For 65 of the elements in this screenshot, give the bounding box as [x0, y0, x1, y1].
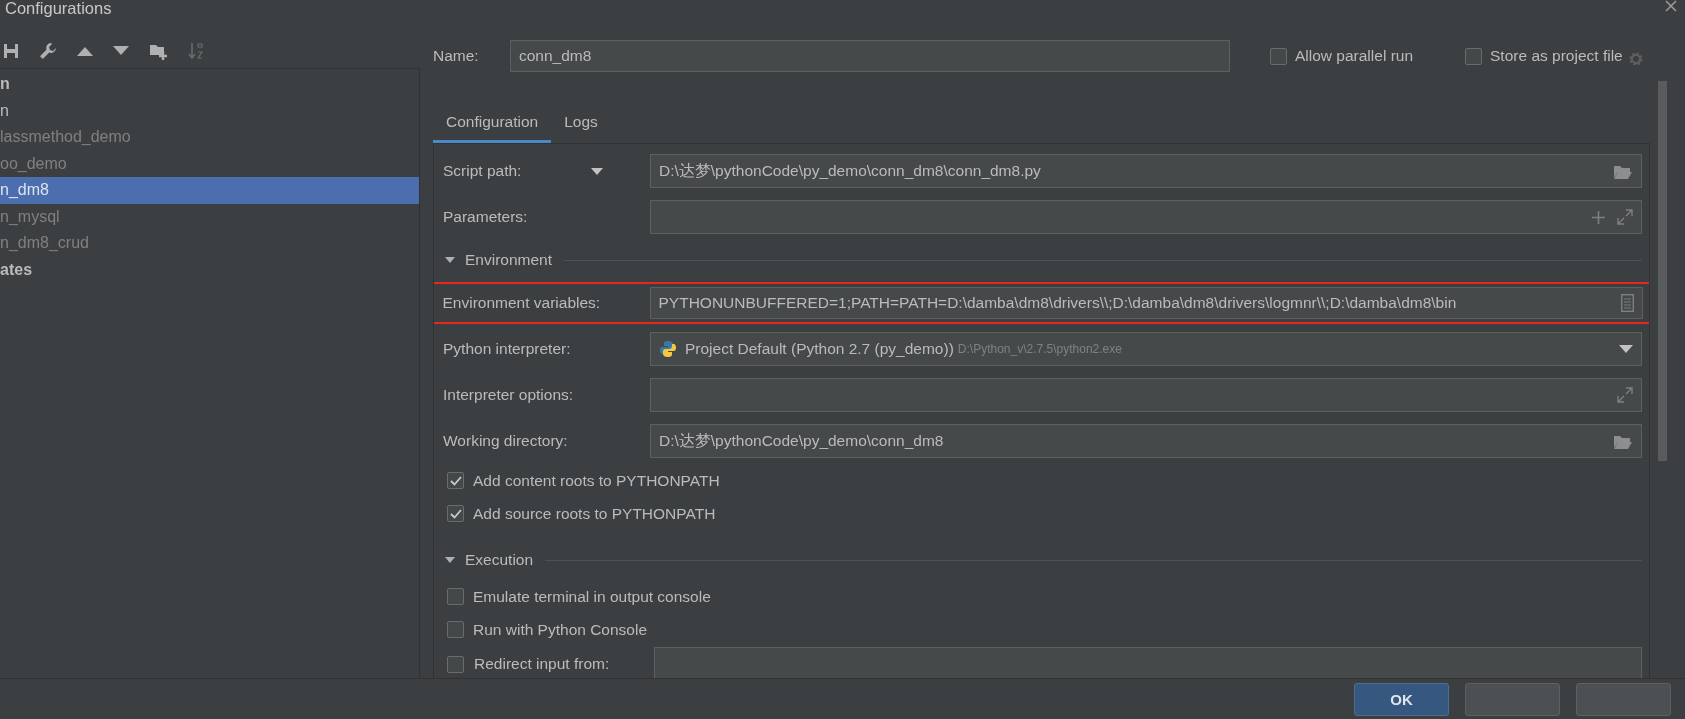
checkbox[interactable]: [1270, 47, 1287, 65]
checkbox-label: Allow parallel run: [1295, 47, 1414, 65]
checkbox[interactable]: [447, 655, 464, 673]
dialog-button[interactable]: [1576, 682, 1671, 716]
expand-icon[interactable]: [1617, 209, 1633, 225]
down-arrow-icon[interactable]: [113, 46, 129, 56]
checkbox-label: Store as project file: [1490, 47, 1623, 65]
interpreter-path: D:\Python_v\2.7.5\python2.exe: [957, 342, 1122, 356]
tab[interactable]: Logs: [551, 106, 611, 143]
section-title: Execution: [465, 551, 534, 569]
field-label: Python interpreter:: [443, 340, 571, 358]
dropdown[interactable]: Project Default (Python 2.7 (py_demo)) D:\Python_v\2.7.5\python2.exe: [650, 332, 1642, 366]
check-icon: [449, 508, 462, 519]
window-title: Configurations: [5, 0, 112, 18]
checkbox-label: Add source roots to PYTHONPATH: [473, 504, 716, 523]
tree-item[interactable]: ates: [0, 256, 419, 283]
field-label: Working directory:: [443, 432, 568, 450]
checkbox[interactable]: [447, 588, 464, 605]
tree-item[interactable]: oo_demo: [0, 150, 419, 177]
tab[interactable]: Configuration: [433, 106, 552, 143]
checkbox[interactable]: [447, 472, 464, 489]
checkbox[interactable]: [447, 505, 464, 522]
tree-item[interactable]: n_dm8: [0, 177, 419, 204]
field-label: Environment variables:: [442, 294, 601, 312]
section-title: Environment: [465, 251, 552, 269]
checkbox-label: Emulate terminal in output console: [473, 587, 711, 606]
add-folder-icon[interactable]: [149, 42, 168, 60]
input-field[interactable]: [654, 647, 1642, 678]
input-field[interactable]: D:\达梦\pythonCode\py_demo\conn_dm8: [650, 424, 1642, 458]
wrench-icon[interactable]: [39, 42, 57, 60]
up-arrow-icon[interactable]: [77, 46, 93, 56]
document-icon[interactable]: [1620, 294, 1634, 312]
input-field[interactable]: [650, 378, 1642, 412]
name-label: Name:: [433, 47, 480, 65]
tree-item[interactable]: n_mysql: [0, 203, 419, 230]
sort-icon[interactable]: [188, 42, 204, 60]
input-field[interactable]: PYTHONUNBUFFERED=1;PATH=PATH=D:\damba\dm8\drivers\\;D:\damba\dm8\drivers\logmnr\\;D:\damba\dm8\bin: [649, 287, 1643, 319]
field-label: Parameters:: [443, 208, 528, 226]
tree-item[interactable]: n: [0, 97, 419, 124]
scrollbar[interactable]: [1658, 81, 1667, 461]
tree-item[interactable]: n: [0, 71, 419, 98]
field-label: Script path:: [443, 162, 522, 180]
dropdown-arrow-icon[interactable]: [591, 167, 604, 175]
input-field[interactable]: [650, 200, 1642, 234]
field-label: Redirect input from:: [474, 655, 610, 673]
name-field[interactable]: conn_dm8: [510, 40, 1230, 72]
checkbox[interactable]: [447, 621, 464, 638]
check-icon: [449, 475, 462, 486]
tree-item[interactable]: n_dm8_crud: [0, 230, 419, 257]
python-logo-icon: [659, 340, 677, 358]
tree-item[interactable]: lassmethod_demo: [0, 124, 419, 151]
field-label: Interpreter options:: [443, 386, 574, 404]
dialog-button[interactable]: [1465, 682, 1560, 716]
add-icon[interactable]: [1592, 210, 1605, 224]
checkbox[interactable]: [1465, 47, 1483, 65]
dropdown-arrow-icon[interactable]: [1619, 345, 1633, 353]
checkbox-label: Add content roots to PYTHONPATH: [473, 471, 720, 490]
expanded-arrow-icon[interactable]: [445, 555, 455, 565]
checkbox-label: Run with Python Console: [473, 620, 648, 639]
expand-icon[interactable]: [1617, 387, 1633, 403]
close-icon[interactable]: [1665, 0, 1677, 12]
expanded-arrow-icon[interactable]: [445, 255, 455, 265]
input-field[interactable]: D:\达梦\pythonCode\py_demo\conn_dm8\conn_dm8.py: [650, 154, 1642, 188]
settings-icon[interactable]: [1627, 51, 1644, 67]
ok-button[interactable]: OK: [1354, 682, 1449, 716]
